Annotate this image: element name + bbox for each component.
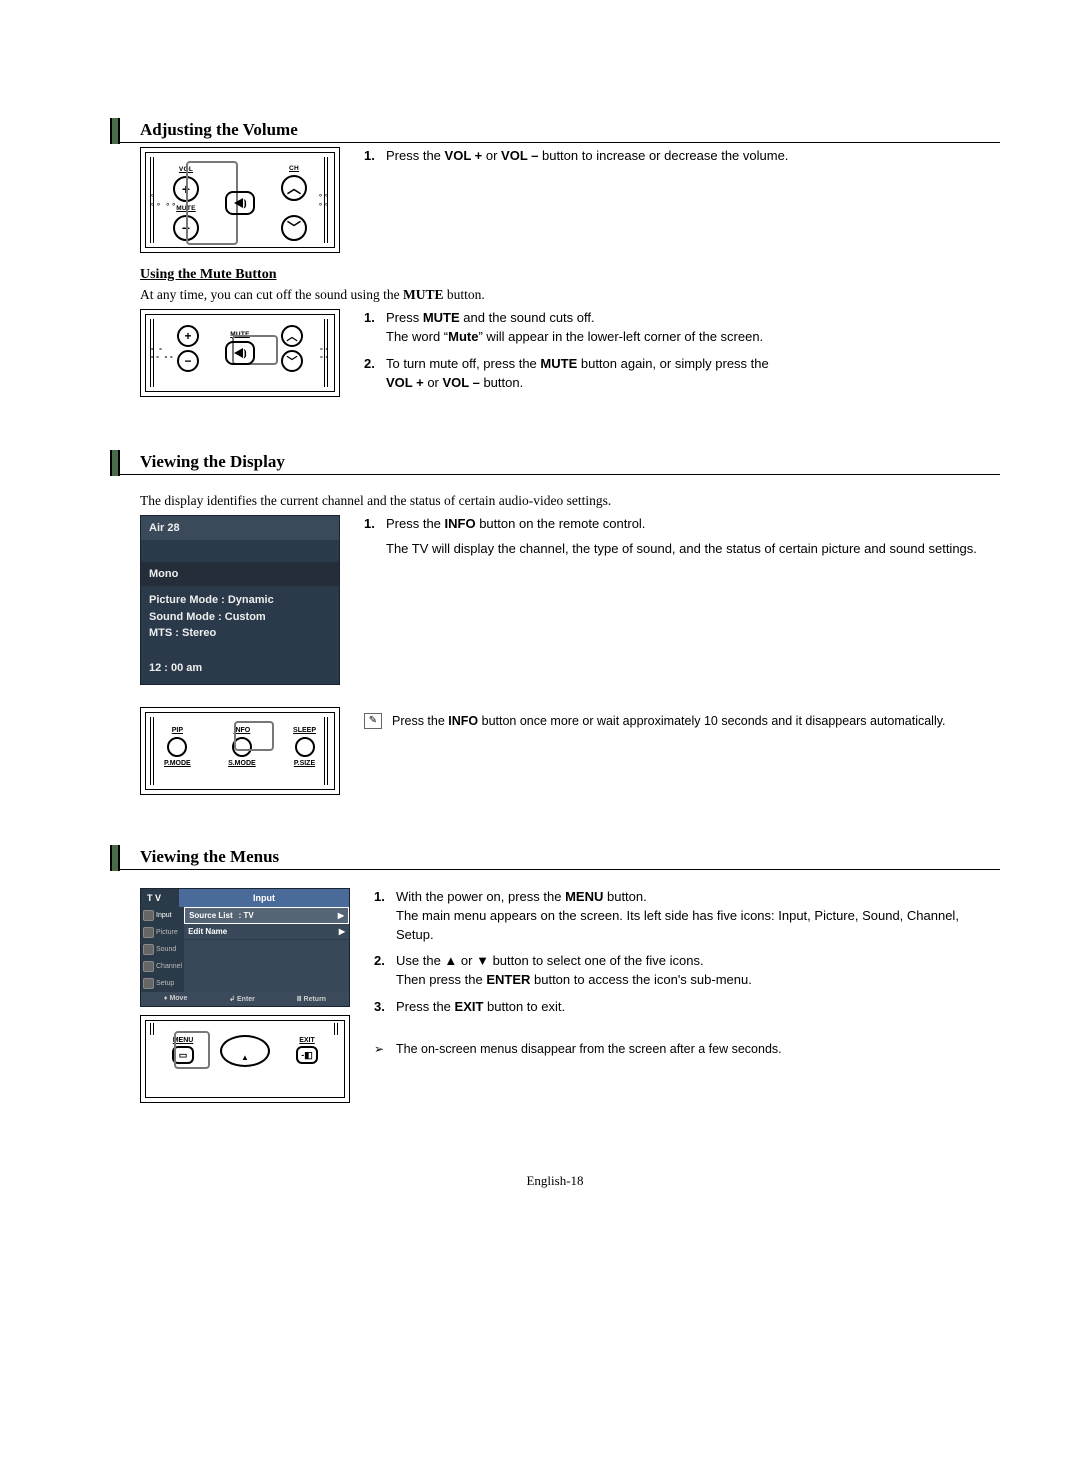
label-mute: MUTE [230,331,250,338]
page-number: English-18 [110,1173,1000,1189]
tvmenu-header-title: Input [179,889,349,907]
osd-audio: Mono [141,562,339,586]
heading-viewing-display: Viewing the Display [110,452,1000,475]
label-pip: PIP [172,727,183,734]
label-menu: MENU [173,1037,194,1044]
illustration-remote-volume: ∘∘∘ ∘∘ ∘∘∘∘ VOL + MUTE − ⦘ CH ︿ [140,147,340,253]
mute-button-icon: ⦘ [225,341,255,365]
setup-icon [143,978,154,989]
osd-tv-menu: T V Input Input Picture Sound Channel Se… [140,888,350,1007]
ch-down-icon: ﹀ [281,215,307,241]
label-psize: P.SIZE [294,760,315,767]
note-icon: ✎ [364,713,382,729]
illustration-remote-mute: ∘ ∘∘∘ ∘∘ ∘∘∘∘ + − MUTE ⦘ ︿ [140,309,340,397]
label-sleep: SLEEP [293,727,316,734]
osd-picture-mode: Picture Mode : Dynamic [149,592,331,609]
label-smode: S.MODE [228,760,256,767]
menu-step-2: 2. Use the ▲ or ▼ button to select one o… [374,952,1000,990]
remote-vol-column: VOL + MUTE − [173,166,199,241]
osd-sound-mode: Sound Mode : Custom [149,609,331,626]
label-mute: MUTE [176,205,196,212]
label-ch: CH [289,165,299,172]
sound-icon [143,944,154,955]
tvmenu-row-edit-name: Edit Name ▶ [184,924,349,940]
menu-step-1: 1. With the power on, press the MENU but… [374,888,1000,945]
vol-plus-icon: + [177,325,199,347]
label-exit: EXIT [299,1037,315,1044]
menu-tip: The on-screen menus disappear from the s… [374,1041,1000,1059]
ch-up-icon: ︿ [281,325,303,347]
label-info: INFO [234,727,251,734]
vol-minus-icon: − [173,215,199,241]
navigation-ring-icon [220,1035,270,1067]
menu-button-icon: ▭ [172,1046,194,1064]
ch-down-icon: ﹀ [281,350,303,372]
tvmenu-footer: ♦ Move ↲ Enter Ⅲ Return [141,992,349,1006]
illustration-remote-menu: MENU ▭ EXIT -◧ [140,1015,350,1103]
picture-icon [143,927,154,938]
illustration-remote-info: PIP P.MODE INFO S.MODE SLEEP P.SIZE [140,707,340,795]
tvmenu-title: T V [141,889,179,907]
tvmenu-side-picture: Picture [141,924,184,941]
arrow-right-icon: ▶ [339,927,345,936]
osd-channel: Air 28 [141,516,339,540]
mute-step-1: 1. Press MUTE and the sound cuts off. Th… [364,309,1000,347]
display-step-1: 1. Press the INFO button on the remote c… [364,515,1000,559]
tvmenu-side-setup: Setup [141,975,184,992]
channel-icon [143,961,154,972]
pip-button-icon [167,737,187,757]
mute-intro-line: At any time, you can cut off the sound u… [140,287,1000,303]
sleep-button-icon [295,737,315,757]
vol-plus-icon: + [173,176,199,202]
tvmenu-row-source-list: Source List : TV ▶ [184,907,349,924]
exit-button-icon: -◧ [296,1046,318,1064]
label-pmode: P.MODE [164,760,191,767]
display-intro: The display identifies the current chann… [140,493,1000,509]
osd-time: 12 : 00 am [141,650,339,684]
input-icon [143,910,154,921]
tvmenu-side-sound: Sound [141,941,184,958]
tvmenu-side-input: Input [141,907,184,924]
tvmenu-side-channel: Channel [141,958,184,975]
vol-minus-icon: − [177,350,199,372]
arrow-right-icon: ▶ [338,911,344,920]
info-button-icon [232,737,252,757]
mute-button-icon: ⦘ [225,191,255,215]
heading-adjusting-volume: Adjusting the Volume [110,120,1000,143]
vol-step-1: 1. Press the VOL + or VOL – button to in… [364,147,1000,166]
remote-ch-column: CH ︿ ﹀ [281,165,307,241]
label-vol: VOL [179,166,193,173]
mute-step-2: 2. To turn mute off, press the MUTE butt… [364,355,1000,393]
info-note: ✎ Press the INFO button once more or wai… [364,713,1000,731]
menu-step-3: 3. Press the EXIT button to exit. [374,998,1000,1017]
osd-mts: MTS : Stereo [149,625,331,642]
ch-up-icon: ︿ [281,175,307,201]
osd-info-panel: Air 28 Mono Picture Mode : Dynamic Sound… [140,515,340,685]
heading-viewing-menus: Viewing the Menus [110,847,1000,870]
subheading-mute: Using the Mute Button [140,267,1000,283]
